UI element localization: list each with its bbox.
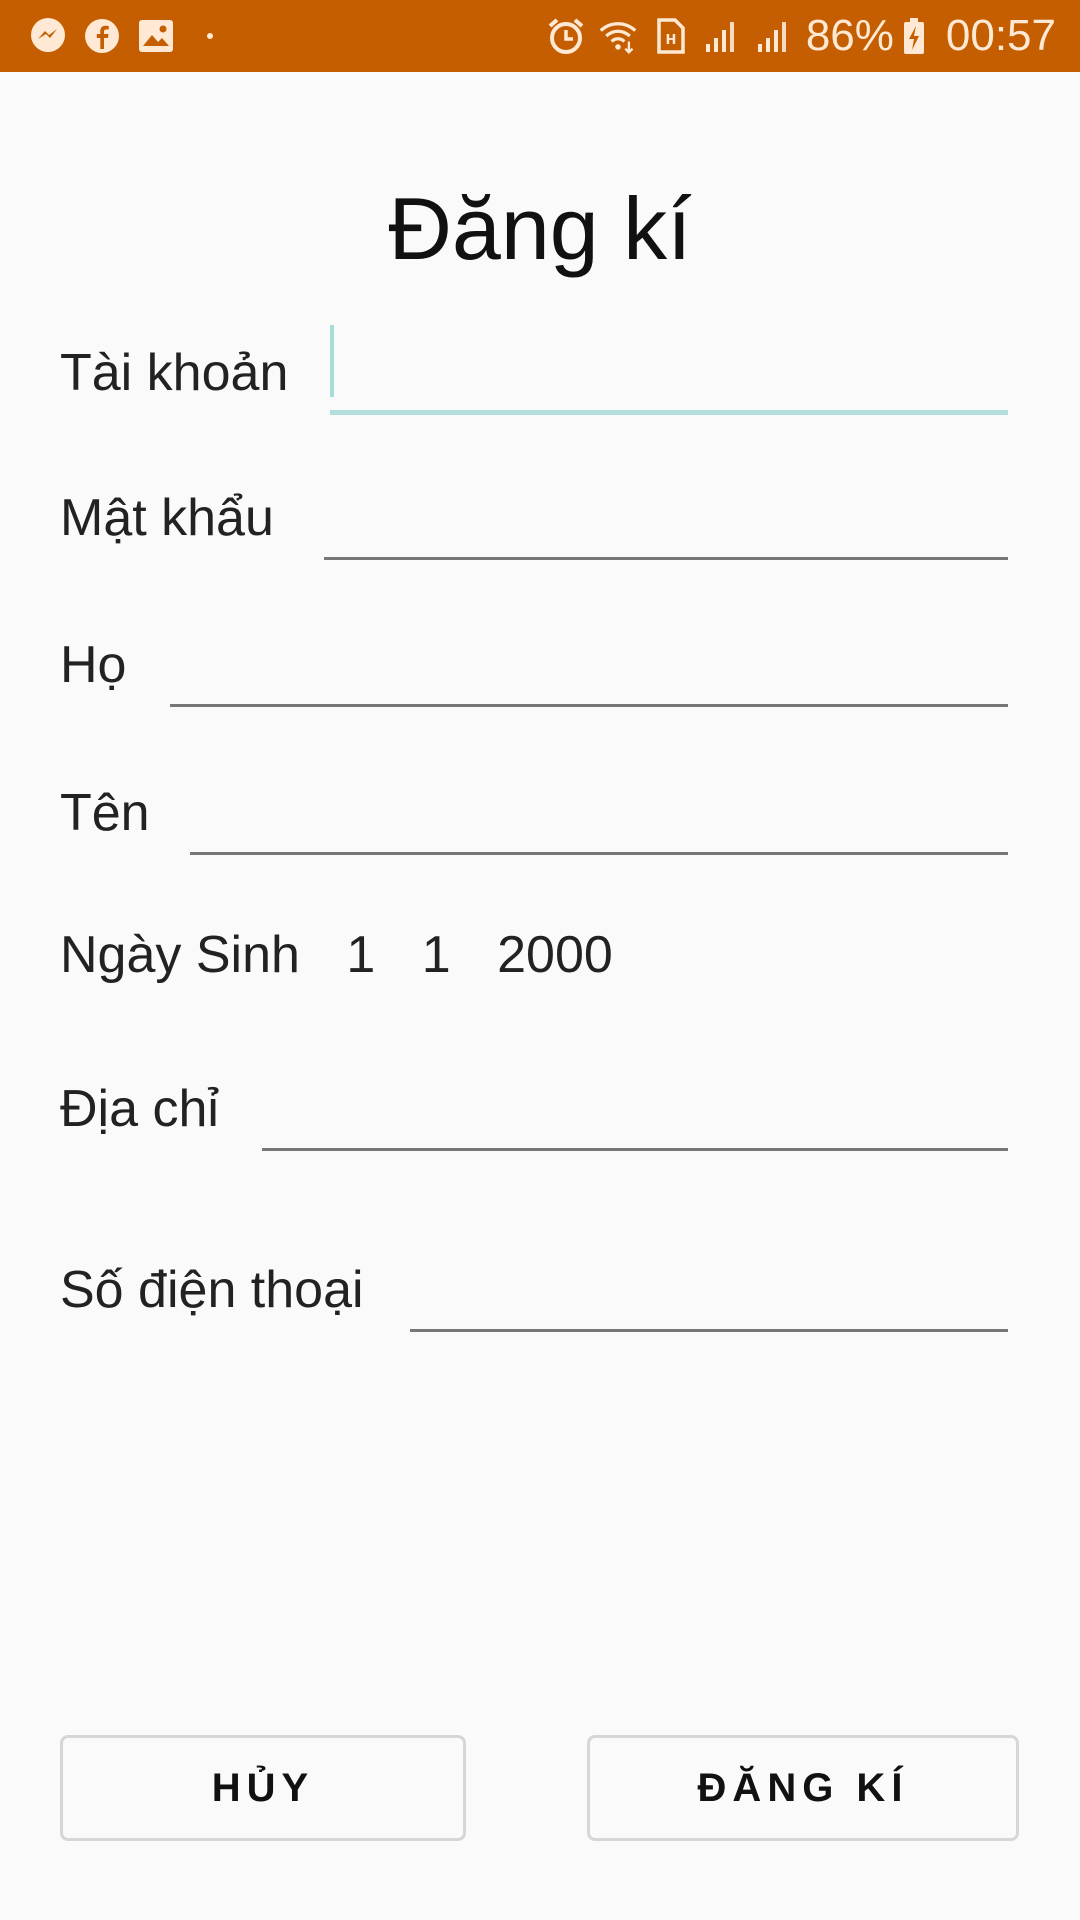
password-row: Mật khẩu — [60, 460, 1008, 560]
volte-icon: H — [650, 16, 690, 56]
phone-input[interactable] — [410, 1242, 1008, 1332]
first-name-row: Tên — [60, 755, 1008, 855]
dob-month[interactable]: 1 — [422, 926, 451, 984]
status-bar: H 86% 00:57 — [0, 0, 1080, 72]
first-name-label: Tên — [60, 784, 150, 842]
address-row: Địa chỉ — [60, 1051, 1008, 1151]
battery-charging-icon — [894, 16, 934, 56]
address-input[interactable] — [262, 1061, 1008, 1151]
dob-day[interactable]: 1 — [346, 926, 375, 984]
gallery-icon — [136, 16, 176, 56]
last-name-row: Họ — [60, 607, 1008, 707]
battery-percent: 86% — [805, 11, 894, 60]
username-row: Tài khoản — [60, 315, 1008, 415]
notification-icons — [28, 14, 244, 58]
svg-text:H: H — [665, 33, 676, 48]
facebook-icon — [82, 16, 122, 56]
password-label: Mật khẩu — [60, 489, 274, 547]
page-title: Đăng kí — [388, 179, 692, 278]
clock: 00:57 — [945, 11, 1056, 60]
signal-icon — [754, 16, 794, 56]
last-name-input[interactable] — [170, 617, 1008, 707]
password-input[interactable] — [324, 470, 1008, 560]
messenger-icon — [28, 16, 68, 56]
register-button[interactable]: ĐĂNG KÍ — [587, 1735, 1019, 1841]
cancel-button[interactable]: HỦY — [60, 1735, 466, 1841]
date-of-birth-row: Ngày Sinh 1 1 2000 — [60, 925, 645, 985]
last-name-label: Họ — [60, 636, 127, 694]
username-label: Tài khoản — [60, 344, 289, 402]
dob-year[interactable]: 2000 — [497, 926, 613, 984]
phone-label: Số điện thoại — [60, 1261, 364, 1319]
first-name-input[interactable] — [190, 765, 1008, 855]
phone-row: Số điện thoại — [60, 1232, 1008, 1332]
username-input[interactable] — [330, 325, 1008, 415]
text-cursor — [330, 325, 334, 397]
dob-label: Ngày Sinh — [60, 926, 300, 984]
alarm-icon — [546, 16, 586, 56]
wifi-icon — [598, 16, 638, 56]
dot-icon — [190, 16, 230, 56]
system-icons: H 86% 00:57 — [546, 10, 1056, 62]
signal-icon — [702, 16, 742, 56]
address-label: Địa chỉ — [60, 1080, 219, 1138]
